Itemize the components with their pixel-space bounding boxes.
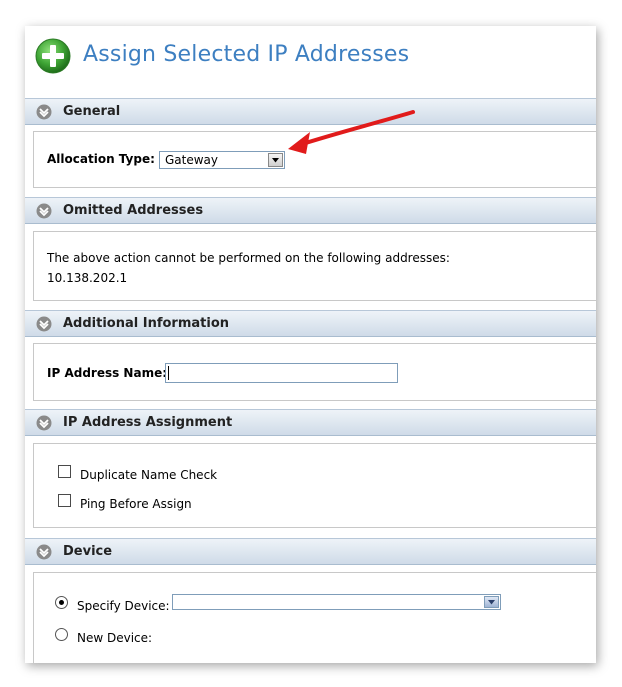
chevron-down-icon[interactable]: [36, 544, 52, 560]
section-title: General: [63, 104, 121, 119]
chevron-down-icon[interactable]: [36, 415, 52, 431]
chevron-down-icon[interactable]: [36, 316, 52, 332]
assignment-panel: Duplicate Name Check Ping Before Assign: [33, 443, 596, 528]
page-title: Assign Selected IP Addresses: [83, 42, 410, 67]
dialog-window: Assign Selected IP Addresses General All…: [25, 26, 596, 663]
section-header-device[interactable]: Device: [25, 538, 596, 565]
section-title: IP Address Assignment: [63, 415, 233, 430]
section-title: Device: [63, 544, 113, 559]
chevron-down-icon[interactable]: [36, 104, 52, 120]
omitted-message: The above action cannot be performed on …: [47, 251, 450, 265]
ping-before-assign-label[interactable]: Ping Before Assign: [80, 497, 192, 511]
device-panel: Specify Device: New Device:: [33, 572, 596, 663]
omitted-address: 10.138.202.1: [47, 271, 128, 285]
section-header-additional[interactable]: Additional Information: [25, 310, 596, 337]
section-title: Omitted Addresses: [63, 203, 204, 218]
specify-device-select[interactable]: [172, 594, 501, 610]
allocation-type-select[interactable]: Gateway: [159, 151, 285, 169]
additional-panel: IP Address Name:: [33, 343, 596, 401]
chevron-down-icon[interactable]: [36, 203, 52, 219]
new-device-radio[interactable]: [55, 628, 68, 641]
dropdown-arrow-icon[interactable]: [268, 153, 283, 167]
ip-address-name-input[interactable]: [165, 363, 398, 383]
ip-address-name-label: IP Address Name:: [47, 366, 168, 380]
section-header-assignment[interactable]: IP Address Assignment: [25, 409, 596, 436]
radio-selected-dot: [59, 600, 64, 605]
specify-device-label[interactable]: Specify Device:: [77, 599, 170, 613]
section-header-omitted[interactable]: Omitted Addresses: [25, 197, 596, 224]
specify-device-radio[interactable]: [55, 596, 68, 609]
section-title: Additional Information: [63, 316, 230, 331]
section-header-general[interactable]: General: [25, 98, 596, 125]
allocation-type-value: Gateway: [165, 153, 219, 167]
text-caret: [168, 366, 169, 380]
plus-icon: [35, 38, 71, 74]
new-device-label[interactable]: New Device:: [77, 631, 152, 645]
duplicate-name-check-label[interactable]: Duplicate Name Check: [80, 468, 217, 482]
title-bar: Assign Selected IP Addresses: [25, 26, 596, 94]
dropdown-arrow-icon[interactable]: [484, 596, 499, 608]
allocation-type-label: Allocation Type:: [47, 152, 155, 166]
duplicate-name-check-checkbox[interactable]: [58, 465, 71, 478]
general-panel: Allocation Type: Gateway: [33, 131, 596, 188]
omitted-panel: The above action cannot be performed on …: [33, 231, 596, 301]
ping-before-assign-checkbox[interactable]: [58, 494, 71, 507]
